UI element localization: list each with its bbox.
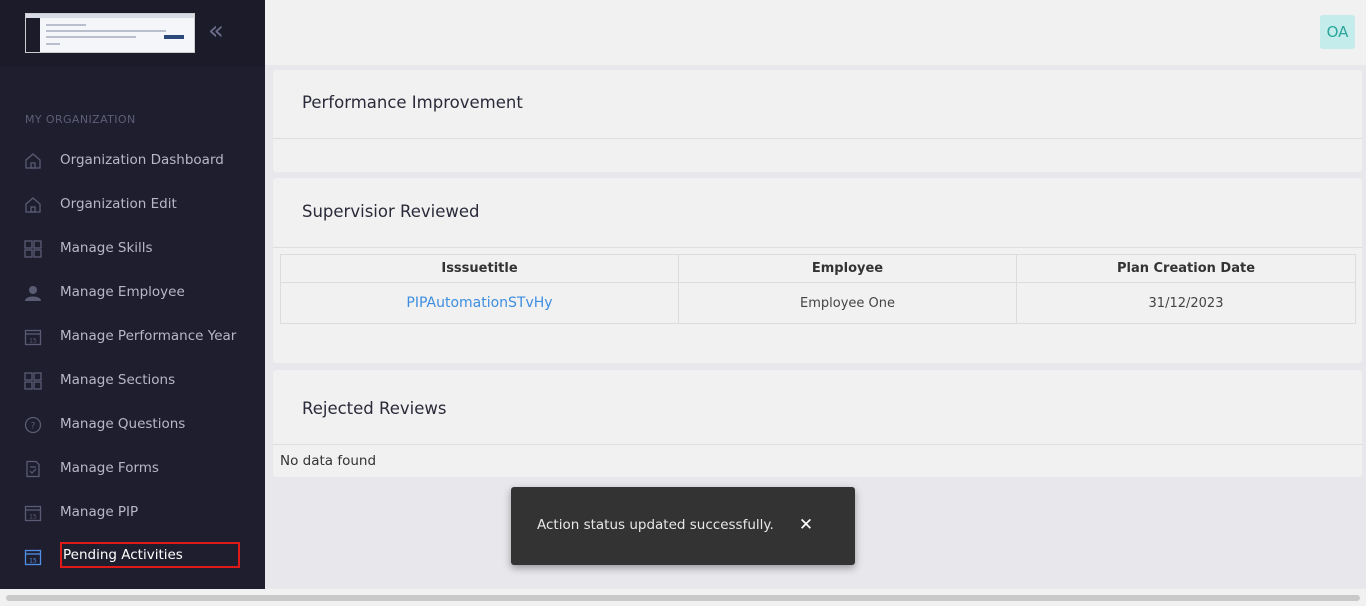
grid-icon: [24, 372, 42, 390]
section-label: MY ORGANIZATION: [25, 113, 136, 126]
table-row: PIPAutomationSTvHy Employee One 31/12/20…: [280, 282, 1356, 324]
home-icon: [25, 197, 41, 213]
card-title: Rejected Reviews: [302, 399, 447, 418]
sidebar-header: «: [0, 0, 265, 66]
sidebar-item-label: Organization Dashboard: [60, 152, 224, 168]
sidebar-item-label: Manage Skills: [60, 240, 153, 256]
reviewed-table: Isssuetitle Employee Plan Creation Date …: [280, 254, 1356, 324]
svg-text:?: ?: [31, 422, 36, 432]
svg-text:15: 15: [29, 558, 37, 565]
toast-notification: Action status updated successfully. ✕: [511, 487, 855, 565]
column-header-plan-creation-date[interactable]: Plan Creation Date: [1016, 254, 1356, 283]
sidebar-item-manage-questions[interactable]: ? Manage Questions: [0, 403, 265, 447]
sidebar-item-label: Manage Sections: [60, 372, 176, 388]
horizontal-scrollbar[interactable]: [0, 589, 1366, 606]
top-header: OA: [265, 0, 1366, 65]
sidebar-item-label: Pending Activities: [63, 547, 183, 563]
employee-cell: Employee One: [678, 282, 1017, 324]
sidebar-item-manage-performance-year[interactable]: 15 Manage Performance Year: [0, 315, 265, 359]
sidebar-item-label: Manage Forms: [60, 460, 159, 476]
user-icon: [25, 286, 41, 301]
sidebar-item-label: Manage Performance Year: [60, 328, 237, 344]
issue-link[interactable]: PIPAutomationSTvHy: [406, 295, 552, 311]
sidebar-item-manage-employee[interactable]: Manage Employee: [0, 271, 265, 315]
sidebar-item-manage-forms[interactable]: Manage Forms: [0, 447, 265, 491]
divider: [273, 444, 1362, 445]
supervisor-reviewed-card: Supervisior Reviewed Isssuetitle Employe…: [273, 178, 1362, 363]
rejected-reviews-card: Rejected Reviews No data found: [273, 370, 1362, 477]
svg-text:15: 15: [29, 514, 37, 521]
divider: [273, 138, 1362, 139]
sidebar-item-label: Manage Employee: [60, 284, 185, 300]
sidebar-item-manage-skills[interactable]: Manage Skills: [0, 227, 265, 271]
sidebar-item-label: Manage Questions: [60, 416, 186, 432]
divider: [273, 247, 1362, 248]
issue-cell: PIPAutomationSTvHy: [280, 282, 679, 324]
home-icon: [25, 153, 41, 169]
close-icon[interactable]: ✕: [795, 513, 817, 537]
sidebar: « MY ORGANIZATION Organization Dashboard…: [0, 0, 265, 589]
scrollbar-thumb[interactable]: [6, 595, 1360, 601]
svg-text:15: 15: [29, 338, 37, 345]
sidebar-item-organization-dashboard[interactable]: Organization Dashboard: [0, 139, 265, 183]
calendar-icon: 15: [24, 505, 42, 522]
sidebar-nav: Organization Dashboard Organization Edit…: [0, 139, 265, 579]
sidebar-item-organization-edit[interactable]: Organization Edit: [0, 183, 265, 227]
sidebar-item-label: Organization Edit: [60, 196, 177, 212]
sidebar-item-pending-activities[interactable]: 15 Pending Activities: [0, 535, 265, 579]
avatar[interactable]: OA: [1320, 15, 1355, 49]
date-cell: 31/12/2023: [1016, 282, 1356, 324]
performance-improvement-card: Performance Improvement: [273, 70, 1362, 172]
double-chevron-left-icon[interactable]: «: [208, 18, 234, 46]
grid-icon: [24, 240, 42, 258]
empty-state-text: No data found: [280, 453, 377, 469]
sidebar-item-manage-pip[interactable]: 15 Manage PIP: [0, 491, 265, 535]
card-title: Supervisior Reviewed: [302, 202, 480, 221]
sidebar-item-label: Manage PIP: [60, 504, 139, 520]
column-header-employee[interactable]: Employee: [678, 254, 1017, 283]
form-icon: [26, 460, 40, 478]
calendar-icon: 15: [24, 549, 42, 566]
question-icon: ?: [24, 416, 42, 434]
column-header-issuetitle[interactable]: Isssuetitle: [280, 254, 679, 283]
logo[interactable]: [25, 13, 195, 53]
card-title: Performance Improvement: [302, 93, 523, 112]
calendar-icon: 15: [24, 329, 42, 346]
table-header-row: Isssuetitle Employee Plan Creation Date: [280, 254, 1356, 283]
toast-message: Action status updated successfully.: [537, 517, 774, 533]
sidebar-item-manage-sections[interactable]: Manage Sections: [0, 359, 265, 403]
